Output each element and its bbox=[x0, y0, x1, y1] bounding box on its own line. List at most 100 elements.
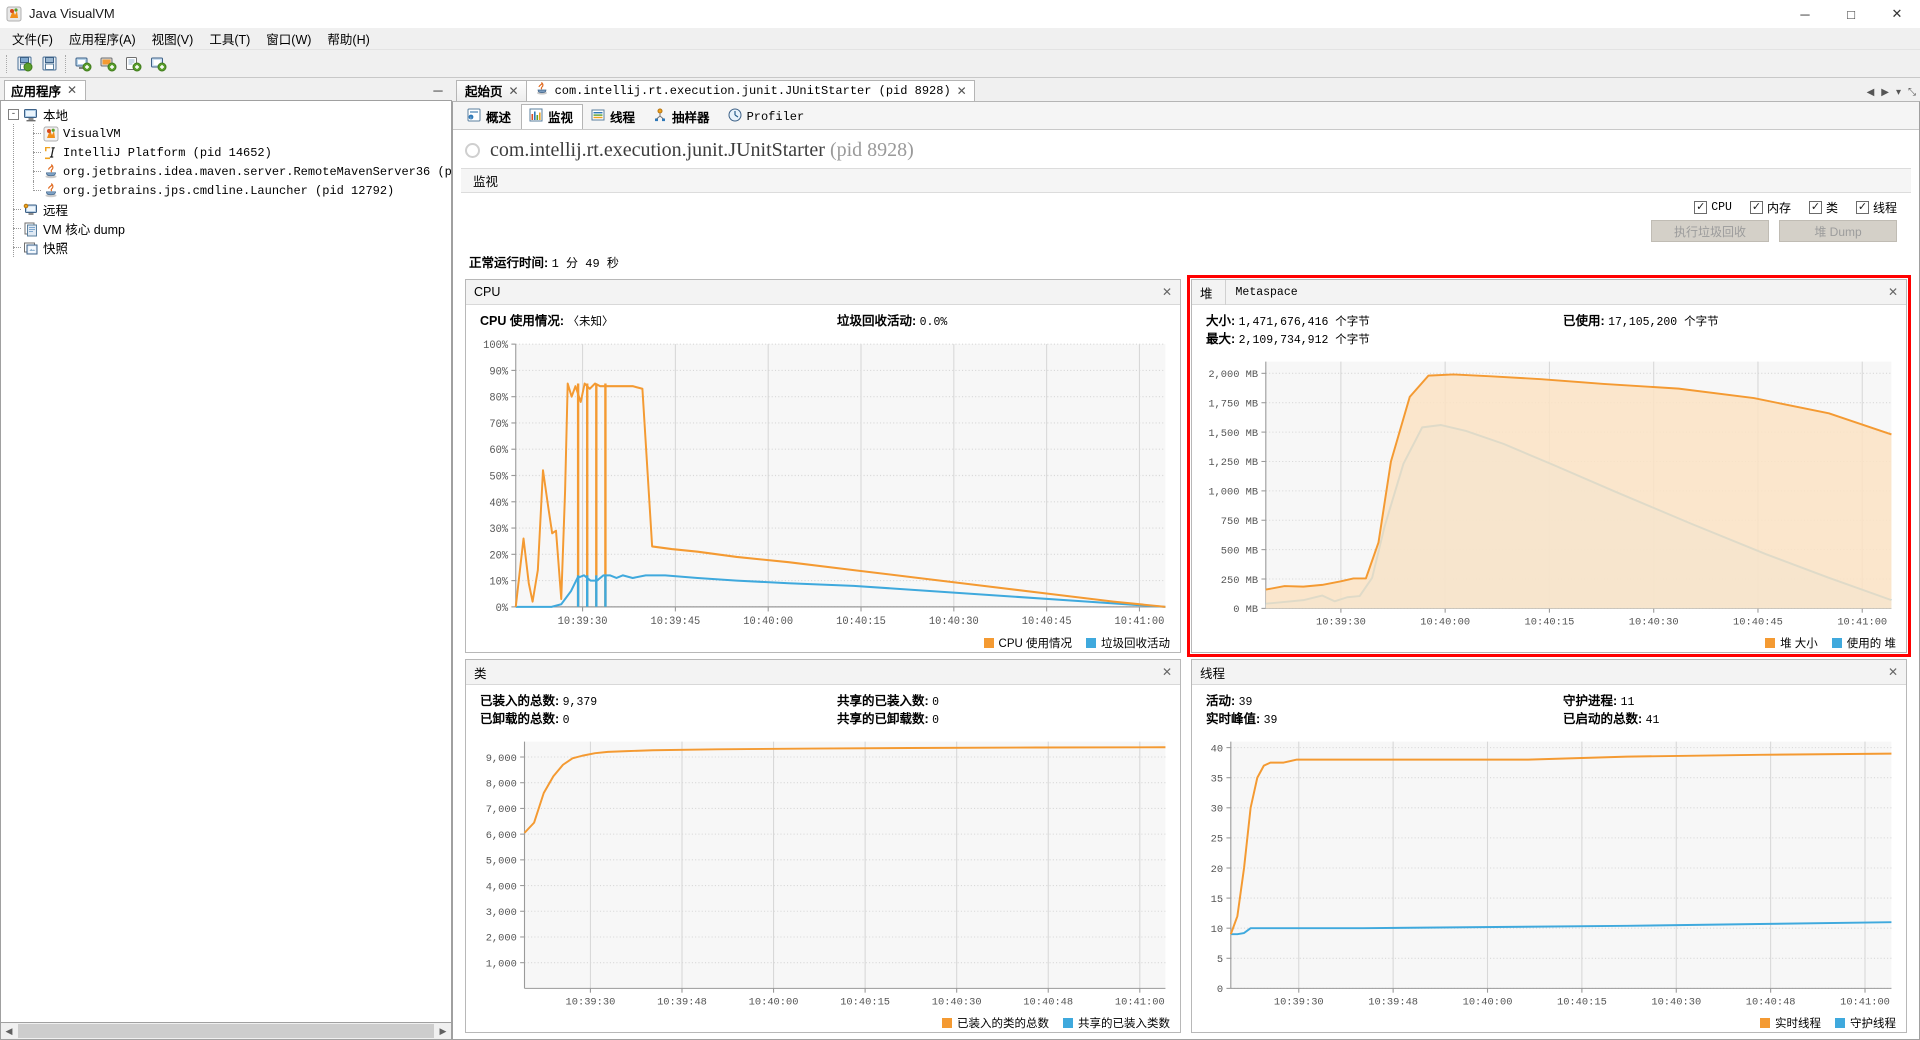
heap-chart[interactable]: 0 MB 250 MB 500 MB 750 MB 1,000 MB 1,250 MB 1,… bbox=[1192, 353, 1906, 634]
tree-expander-icon[interactable]: - bbox=[8, 109, 19, 120]
checkbox-memory[interactable]: ✓ 内存 bbox=[1749, 199, 1791, 216]
tab-profiler[interactable]: Profiler bbox=[720, 104, 815, 129]
prev-tab-icon[interactable]: ◀ bbox=[1867, 87, 1875, 98]
tree-twig bbox=[7, 219, 23, 238]
menu-help[interactable]: 帮助(H) bbox=[319, 27, 377, 50]
uptime-row: 正常运行时间: 1 分 49 秒 bbox=[453, 246, 1919, 279]
save-all-icon[interactable] bbox=[37, 53, 61, 75]
tab-monitor[interactable]: 监视 bbox=[521, 104, 584, 129]
svg-text:10:40:30: 10:40:30 bbox=[929, 616, 979, 628]
tab-start-page[interactable]: 起始页 ✕ bbox=[456, 80, 527, 101]
tree-item-0[interactable]: - 本地 bbox=[7, 105, 451, 124]
checkbox-cpu-box[interactable]: ✓ bbox=[1694, 201, 1708, 214]
perform-gc-button[interactable]: 执行垃圾回收 bbox=[1651, 220, 1769, 242]
close-button[interactable]: ✕ bbox=[1874, 0, 1920, 28]
applications-tree[interactable]: - 本地 VisualVM IntelliJ Platform (pid 14652)… bbox=[0, 100, 452, 1023]
heap-memory-pool-selector[interactable]: Metaspace bbox=[1224, 279, 1298, 305]
checkbox-threads-box[interactable]: ✓ bbox=[1855, 201, 1869, 214]
svg-text:3,000: 3,000 bbox=[486, 907, 517, 919]
view-label-bar: 监视 bbox=[461, 168, 1911, 193]
tab-threads-label: 线程 bbox=[610, 111, 636, 125]
svg-text:0%: 0% bbox=[496, 603, 509, 615]
load-snapshot-icon[interactable] bbox=[146, 53, 170, 75]
svg-text:2,000: 2,000 bbox=[486, 933, 517, 945]
java-icon bbox=[43, 163, 59, 180]
menu-view[interactable]: 视图(V) bbox=[144, 27, 202, 50]
checkbox-classes[interactable]: ✓ 类 bbox=[1808, 199, 1838, 216]
classes-chart[interactable]: 1,000 2,000 3,000 4,000 5,000 6,000 7,000 8,000… bbox=[466, 733, 1180, 1014]
threads-card-title: 线程 bbox=[1200, 666, 1226, 681]
tab-applications[interactable]: 应用程序 ✕ bbox=[4, 80, 87, 100]
tree-item-7[interactable]: 快照 bbox=[7, 238, 451, 257]
checkbox-memory-box[interactable]: ✓ bbox=[1749, 201, 1763, 214]
gc-activity-value: 0.0% bbox=[919, 316, 948, 329]
maximize-button[interactable]: □ bbox=[1828, 0, 1874, 28]
legend-label: 堆 大小 bbox=[1780, 638, 1818, 650]
tree-twig: - bbox=[7, 105, 23, 124]
add-remote-host-icon[interactable] bbox=[71, 53, 95, 75]
threads-chart[interactable]: 0 5 10 15 20 25 30 35 40 10:39:30 10:39:48 10:40:00… bbox=[1192, 733, 1906, 1014]
close-icon[interactable]: ✕ bbox=[1888, 285, 1898, 299]
legend-item-heap-size: 堆 大小 bbox=[1765, 635, 1818, 651]
menu-applications[interactable]: 应用程序(A) bbox=[61, 27, 144, 50]
tree-item-3[interactable]: org.jetbrains.idea.maven.server.RemoteMa… bbox=[7, 162, 451, 181]
svg-text:10:40:45: 10:40:45 bbox=[1733, 617, 1783, 629]
save-icon[interactable] bbox=[12, 53, 36, 75]
checkbox-classes-box[interactable]: ✓ bbox=[1808, 201, 1822, 214]
menu-file[interactable]: 文件(F) bbox=[4, 27, 61, 50]
tree-indent bbox=[7, 162, 27, 181]
svg-text:10:40:48: 10:40:48 bbox=[1746, 997, 1796, 1009]
tree-item-5[interactable]: 远程 bbox=[7, 200, 451, 219]
scroll-left-icon[interactable]: ◀ bbox=[1, 1024, 17, 1039]
tab-list-icon[interactable]: ▾ bbox=[1896, 87, 1901, 98]
tree-item-2[interactable]: IntelliJ Platform (pid 14652) bbox=[7, 143, 451, 162]
cpu-usage-value: 〈未知〉 bbox=[567, 316, 614, 329]
minimize-panel-button[interactable]: ─ bbox=[430, 82, 446, 98]
total-started-value: 41 bbox=[1645, 714, 1660, 727]
uptime-label: 正常运行时间: bbox=[469, 256, 549, 270]
classes-card-stats: 已装入的总数: 9,379 已卸载的总数: 0 共享的已装入数: 0 共享的已卸… bbox=[466, 685, 1180, 733]
applications-tree-hscrollbar[interactable]: ◀ ▶ bbox=[0, 1023, 452, 1040]
svg-text:10:40:00: 10:40:00 bbox=[1420, 617, 1470, 629]
add-jmx-connection-icon[interactable] bbox=[96, 53, 120, 75]
tree-item-label: VM 核心 dump bbox=[43, 223, 125, 237]
heap-used-value: 17,105,200 个字节 bbox=[1608, 316, 1719, 329]
legend-item-shared-loaded: 共享的已装入类数 bbox=[1063, 1015, 1170, 1031]
menu-tools[interactable]: 工具(T) bbox=[201, 27, 258, 50]
close-icon[interactable]: ✕ bbox=[67, 83, 77, 97]
tab-sampler[interactable]: 抽样器 bbox=[645, 104, 720, 129]
close-icon[interactable]: ✕ bbox=[1888, 665, 1898, 679]
checkbox-cpu[interactable]: ✓ CPU bbox=[1694, 201, 1732, 214]
minimize-button[interactable]: ─ bbox=[1782, 0, 1828, 28]
close-icon[interactable]: ✕ bbox=[1162, 665, 1172, 679]
checkbox-threads[interactable]: ✓ 线程 bbox=[1855, 199, 1897, 216]
close-icon[interactable]: ✕ bbox=[1162, 285, 1172, 299]
close-icon[interactable]: ✕ bbox=[509, 84, 519, 98]
process-name: com.intellij.rt.execution.junit.JUnitSta… bbox=[490, 139, 825, 161]
scrollbar-thumb[interactable] bbox=[18, 1024, 434, 1038]
svg-text:10:41:00: 10:41:00 bbox=[1837, 617, 1887, 629]
add-vm-coredump-icon[interactable] bbox=[121, 53, 145, 75]
next-tab-icon[interactable]: ▶ bbox=[1881, 87, 1889, 98]
tree-item-6[interactable]: VM 核心 dump bbox=[7, 219, 451, 238]
cpu-chart[interactable]: 0% 10% 20% 30% 40% 50% 60% 70% 80% 90% 100% 10:39:3… bbox=[466, 335, 1180, 634]
heap-dump-button[interactable]: 堆 Dump bbox=[1779, 220, 1897, 242]
svg-text:80%: 80% bbox=[489, 393, 508, 405]
svg-text:7,000: 7,000 bbox=[486, 804, 517, 816]
legend-item-heap-used: 使用的 堆 bbox=[1831, 635, 1896, 651]
tab-threads[interactable]: 线程 bbox=[583, 104, 645, 129]
tree-item-1[interactable]: VisualVM bbox=[7, 124, 451, 143]
svg-text:1,000 MB: 1,000 MB bbox=[1208, 487, 1258, 499]
svg-text:10:40:45: 10:40:45 bbox=[1022, 616, 1072, 628]
tree-item-4[interactable]: org.jetbrains.jps.cmdline.Launcher (pid … bbox=[7, 181, 451, 200]
svg-text:1,750 MB: 1,750 MB bbox=[1208, 399, 1258, 411]
svg-text:1,000: 1,000 bbox=[486, 959, 517, 971]
scroll-right-icon[interactable]: ▶ bbox=[435, 1024, 451, 1039]
svg-text:10:40:00: 10:40:00 bbox=[743, 616, 793, 628]
svg-text:4,000: 4,000 bbox=[486, 881, 517, 893]
tab-junit-starter[interactable]: com.intellij.rt.execution.junit.JUnitSta… bbox=[525, 80, 975, 101]
tab-overview[interactable]: i 概述 bbox=[459, 104, 521, 129]
close-icon[interactable]: ✕ bbox=[957, 84, 967, 98]
menu-window[interactable]: 窗口(W) bbox=[258, 27, 319, 50]
maximize-icon[interactable]: ⤡ bbox=[1908, 87, 1916, 98]
